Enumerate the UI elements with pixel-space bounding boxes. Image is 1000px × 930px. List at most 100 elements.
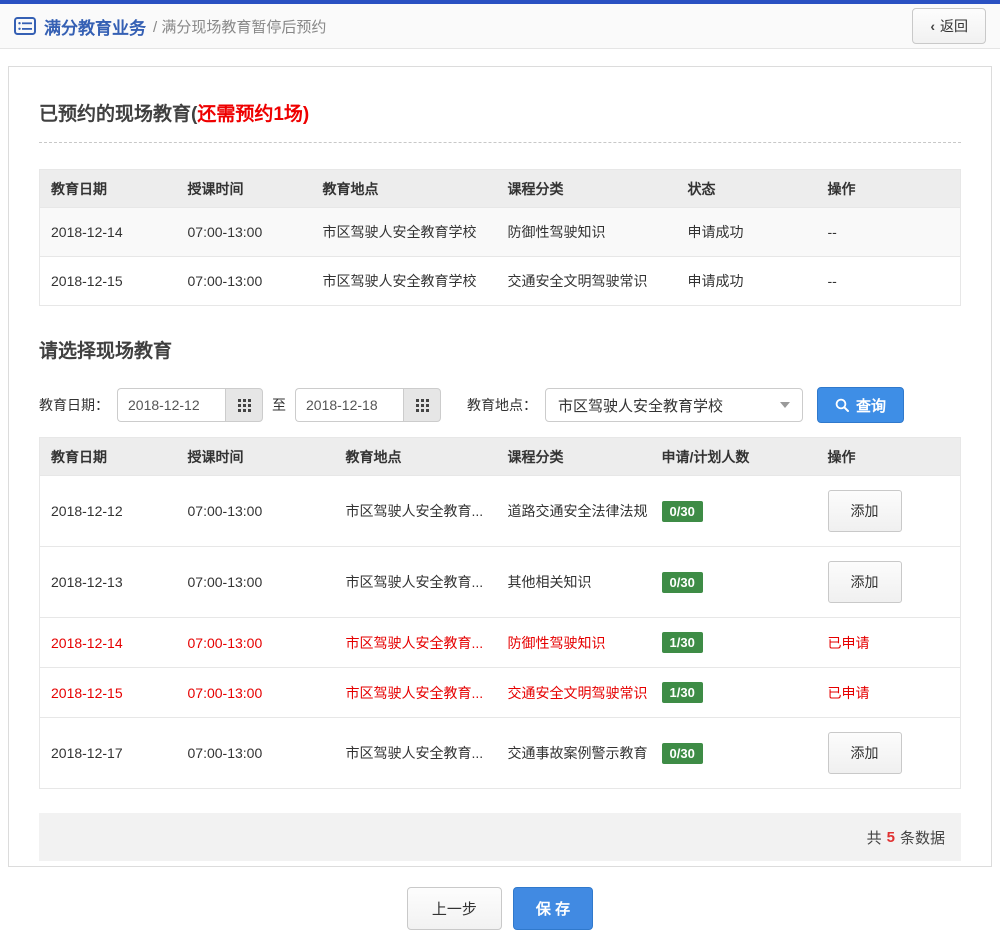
cell-time: 07:00-13:00 <box>176 475 335 547</box>
cell-status: 申请成功 <box>676 256 817 306</box>
date-range-to-label: 至 <box>272 397 286 413</box>
remaining-count-text: 还需预约1场) <box>197 104 310 125</box>
cell-action: -- <box>816 207 961 257</box>
date-to-input[interactable] <box>295 388 403 422</box>
cell-status: 申请成功 <box>676 207 817 257</box>
filter-bar: 教育日期： 至 <box>39 387 961 423</box>
col-header: 授课时间 <box>176 169 312 208</box>
cell-time: 07:00-13:00 <box>176 207 312 257</box>
col-header: 操作 <box>816 169 961 208</box>
date-from-group <box>117 388 263 422</box>
back-button[interactable]: ‹ 返回 <box>912 8 986 44</box>
cell-action: -- <box>816 256 961 306</box>
breadcrumb-root-link[interactable]: 满分教育业务 <box>44 14 146 39</box>
app-header: 满分教育业务 / 满分现场教育暂停后预约 ‹ 返回 <box>0 4 1000 49</box>
select-section-title: 请选择现场教育 <box>39 341 173 362</box>
chevron-down-icon <box>780 402 790 408</box>
date-filter-label: 教育日期： <box>39 397 109 413</box>
total-prefix: 共 <box>866 829 882 847</box>
date-from-input[interactable] <box>117 388 225 422</box>
cell-course: 其他相关知识 <box>496 546 651 618</box>
cell-date: 2018-12-17 <box>39 717 177 789</box>
cell-time: 07:00-13:00 <box>176 546 335 618</box>
available-table-header-row: 教育日期 授课时间 教育地点 课程分类 申请/计划人数 操作 <box>39 437 961 476</box>
capacity-badge: 1/30 <box>661 632 703 653</box>
cell-date: 2018-12-13 <box>39 546 177 618</box>
cell-date: 2018-12-15 <box>39 667 177 718</box>
search-button-label: 查询 <box>856 397 887 415</box>
applied-status-text: 已申请 <box>827 684 870 701</box>
col-header: 操作 <box>816 437 961 476</box>
table-footer: 共 5 条数据 <box>39 813 961 861</box>
breadcrumb-current: / 满分现场教育暂停后预约 <box>153 18 327 36</box>
booked-table: 教育日期 授课时间 教育地点 课程分类 状态 操作 2018-12-14 07:… <box>39 169 961 306</box>
form-actions: 上一步 保 存 <box>39 887 961 930</box>
add-button[interactable]: 添加 <box>827 732 902 774</box>
applied-status-text: 已申请 <box>827 634 870 651</box>
cell-course: 道路交通安全法律法规 <box>496 475 651 547</box>
capacity-badge: 0/30 <box>661 571 703 593</box>
place-select[interactable]: 市区驾驶人安全教育学校 <box>545 388 803 422</box>
list-icon <box>14 17 36 35</box>
cell-date: 2018-12-15 <box>39 256 177 306</box>
cell-place: 市区驾驶人安全教育... <box>334 546 497 618</box>
col-header: 状态 <box>676 169 817 208</box>
place-filter-label: 教育地点： <box>467 397 537 413</box>
cell-place: 市区驾驶人安全教育学校 <box>311 207 497 257</box>
col-header: 教育日期 <box>39 169 177 208</box>
total-suffix: 条数据 <box>899 829 945 847</box>
chevron-left-icon: ‹ <box>930 18 935 34</box>
booked-section-title: 已预约的现场教育(还需预约1场) <box>39 67 961 143</box>
available-table-row: 2018-12-12 07:00-13:00 市区驾驶人安全教育... 道路交通… <box>39 475 961 547</box>
main-panel: 已预约的现场教育(还需预约1场) 教育日期 授课时间 教育地点 课程分类 状态 … <box>8 66 992 930</box>
cell-time: 07:00-13:00 <box>176 717 335 789</box>
cell-time: 07:00-13:00 <box>176 256 312 306</box>
previous-step-button[interactable]: 上一步 <box>406 887 502 930</box>
cell-place: 市区驾驶人安全教育... <box>334 475 497 547</box>
cell-place: 市区驾驶人安全教育... <box>334 667 497 718</box>
breadcrumb: 满分教育业务 / 满分现场教育暂停后预约 <box>14 14 326 39</box>
col-header: 授课时间 <box>176 437 335 476</box>
cell-time: 07:00-13:00 <box>176 667 335 718</box>
cell-place: 市区驾驶人安全教育... <box>334 717 497 789</box>
cell-course: 交通安全文明驾驶常识 <box>496 667 651 718</box>
capacity-badge: 1/30 <box>661 682 703 703</box>
cell-date: 2018-12-14 <box>39 617 177 668</box>
cell-date: 2018-12-14 <box>39 207 177 257</box>
save-button[interactable]: 保 存 <box>512 887 594 930</box>
col-header: 教育日期 <box>39 437 177 476</box>
cell-place: 市区驾驶人安全教育学校 <box>311 256 497 306</box>
cell-time: 07:00-13:00 <box>176 617 335 668</box>
add-button[interactable]: 添加 <box>827 561 902 603</box>
capacity-badge: 0/30 <box>661 500 703 522</box>
col-header: 申请/计划人数 <box>650 437 817 476</box>
total-count: 5 <box>886 828 895 846</box>
available-table-row: 2018-12-17 07:00-13:00 市区驾驶人安全教育... 交通事故… <box>39 717 961 789</box>
calendar-grid-icon[interactable] <box>225 388 263 422</box>
calendar-grid-icon[interactable] <box>403 388 441 422</box>
available-table: 教育日期 授课时间 教育地点 课程分类 申请/计划人数 操作 2018-12-1… <box>39 437 961 789</box>
magnifier-icon <box>835 398 849 412</box>
date-to-group <box>295 388 441 422</box>
add-button[interactable]: 添加 <box>827 490 902 532</box>
place-select-value: 市区驾驶人安全教育学校 <box>558 397 724 415</box>
booked-table-header-row: 教育日期 授课时间 教育地点 课程分类 状态 操作 <box>39 169 961 208</box>
search-button[interactable]: 查询 <box>817 387 905 423</box>
cell-place: 市区驾驶人安全教育... <box>334 617 497 668</box>
booked-table-row: 2018-12-14 07:00-13:00 市区驾驶人安全教育学校 防御性驾驶… <box>39 207 961 257</box>
col-header: 课程分类 <box>496 169 677 208</box>
available-table-row-applied: 2018-12-15 07:00-13:00 市区驾驶人安全教育... 交通安全… <box>39 667 961 718</box>
available-table-row-applied: 2018-12-14 07:00-13:00 市区驾驶人安全教育... 防御性驾… <box>39 617 961 668</box>
capacity-badge: 0/30 <box>661 742 703 764</box>
cell-date: 2018-12-12 <box>39 475 177 547</box>
back-button-label: 返回 <box>940 18 968 34</box>
col-header: 教育地点 <box>334 437 497 476</box>
available-table-row: 2018-12-13 07:00-13:00 市区驾驶人安全教育... 其他相关… <box>39 546 961 618</box>
cell-course: 防御性驾驶知识 <box>496 207 677 257</box>
booked-title-text: 已预约的现场教育( <box>39 104 198 125</box>
cell-course: 防御性驾驶知识 <box>496 617 651 668</box>
col-header: 课程分类 <box>496 437 651 476</box>
cell-course: 交通事故案例警示教育 <box>496 717 651 789</box>
cell-course: 交通安全文明驾驶常识 <box>496 256 677 306</box>
col-header: 教育地点 <box>311 169 497 208</box>
